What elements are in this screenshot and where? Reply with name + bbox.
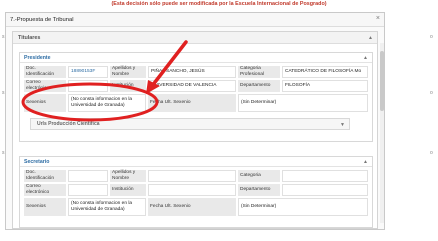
categoria-value: [282, 170, 368, 182]
close-icon[interactable]: ×: [376, 15, 380, 22]
sexenios-value: (No consta informacion en la Universidad…: [68, 198, 146, 216]
secretario-header[interactable]: Secretario ▲: [20, 157, 372, 167]
categoria-value: CATEDRÁTICO DE FILOSOFÍA Mo: [282, 66, 368, 78]
modal-scrollbar[interactable]: [380, 43, 384, 223]
urls-label: Urls Producción Científica: [37, 121, 100, 127]
fecha-label: Fecha Ult. Sexenio: [148, 94, 236, 112]
correo-value: [68, 80, 108, 92]
categoria-label: Categoria Profesional: [238, 66, 280, 78]
sexenios-value: (No consta informacion en la Universidad…: [68, 94, 146, 112]
notice-text: (Esta decisión sólo puede ser modificada…: [111, 1, 327, 7]
tribunal-modal: 7.-Propuesta de Tribunal × Titulares ▲ P…: [5, 12, 385, 230]
correo-label: Correo electrónico: [24, 184, 66, 196]
background-label: o: [430, 90, 433, 96]
doc-input[interactable]: [68, 170, 108, 182]
apellidos-value: PIÑAL SANCHO, JESÚS: [148, 66, 236, 78]
modal-title: 7.-Propuesta de Tribunal: [6, 13, 384, 27]
titulares-panel: Titulares ▲ Presidente ▲ Doc. Identifica…: [12, 31, 378, 229]
presidente-row-3: Sexenios (No consta informacion en la Un…: [24, 94, 368, 112]
doc-label: Doc. Identificación: [24, 170, 66, 182]
presidente-row-2: Correo electrónico Institución UNIVERSID…: [24, 80, 368, 92]
institucion-label: Institución: [110, 80, 146, 92]
departamento-value: FILOSOFÍA: [282, 80, 368, 92]
chevron-up-icon[interactable]: ▲: [368, 32, 373, 44]
secretario-title: Secretario: [24, 159, 50, 165]
departamento-label: Departamento: [238, 184, 280, 196]
departamento-value: [282, 184, 368, 196]
fecha-value: (Sin Determinar): [238, 94, 368, 112]
secretario-row-1: Doc. Identificación Apellidos y Nombre C…: [24, 170, 368, 182]
titulares-heading: Titulares: [18, 35, 41, 41]
secretario-row-2: Correo electrónico Institución Departame…: [24, 184, 368, 196]
presidente-title: Presidente: [24, 55, 51, 61]
chevron-down-icon[interactable]: ▼: [340, 120, 345, 130]
secretario-row-3: Sexenios (No consta informacion en la Un…: [24, 198, 368, 216]
presidente-header[interactable]: Presidente ▲: [20, 53, 372, 63]
departamento-label: Departamento: [238, 80, 280, 92]
apellidos-label: Apellidos y Nombre: [110, 170, 146, 182]
correo-label: Correo electrónico: [24, 80, 66, 92]
presidente-row-1: Doc. Identificación 18890153F Apellidos …: [24, 66, 368, 78]
institucion-value: [148, 184, 236, 196]
doc-label: Doc. Identificación: [24, 66, 66, 78]
secretario-panel: Secretario ▲ Doc. Identificación Apellid…: [19, 156, 373, 228]
fecha-label: Fecha Ult. Sexenio: [148, 198, 236, 216]
doc-value: 18890153F: [68, 66, 108, 78]
presidente-panel: Presidente ▲ Doc. Identificación 1889015…: [19, 52, 373, 142]
chevron-up-icon[interactable]: ▲: [363, 157, 368, 167]
sexenios-label: Sexenios: [24, 94, 66, 112]
correo-value: [68, 184, 108, 196]
apellidos-label: Apellidos y Nombre: [110, 66, 146, 78]
fecha-value: (Sin Determinar): [238, 198, 368, 216]
institucion-label: Institución: [110, 184, 146, 196]
titulares-header[interactable]: Titulares ▲: [13, 32, 377, 44]
apellidos-value: [148, 170, 236, 182]
background-label: o: [430, 150, 433, 156]
background-label: o: [430, 34, 433, 40]
institucion-value: UNIVERSIDAD DE VALENCIA: [148, 80, 236, 92]
categoria-label: Categoria: [238, 170, 280, 182]
urls-panel-header[interactable]: Urls Producción Científica ▼: [30, 118, 350, 130]
scrollbar-thumb[interactable]: [380, 51, 384, 111]
sexenios-label: Sexenios: [24, 198, 66, 216]
chevron-up-icon[interactable]: ▲: [363, 53, 368, 63]
